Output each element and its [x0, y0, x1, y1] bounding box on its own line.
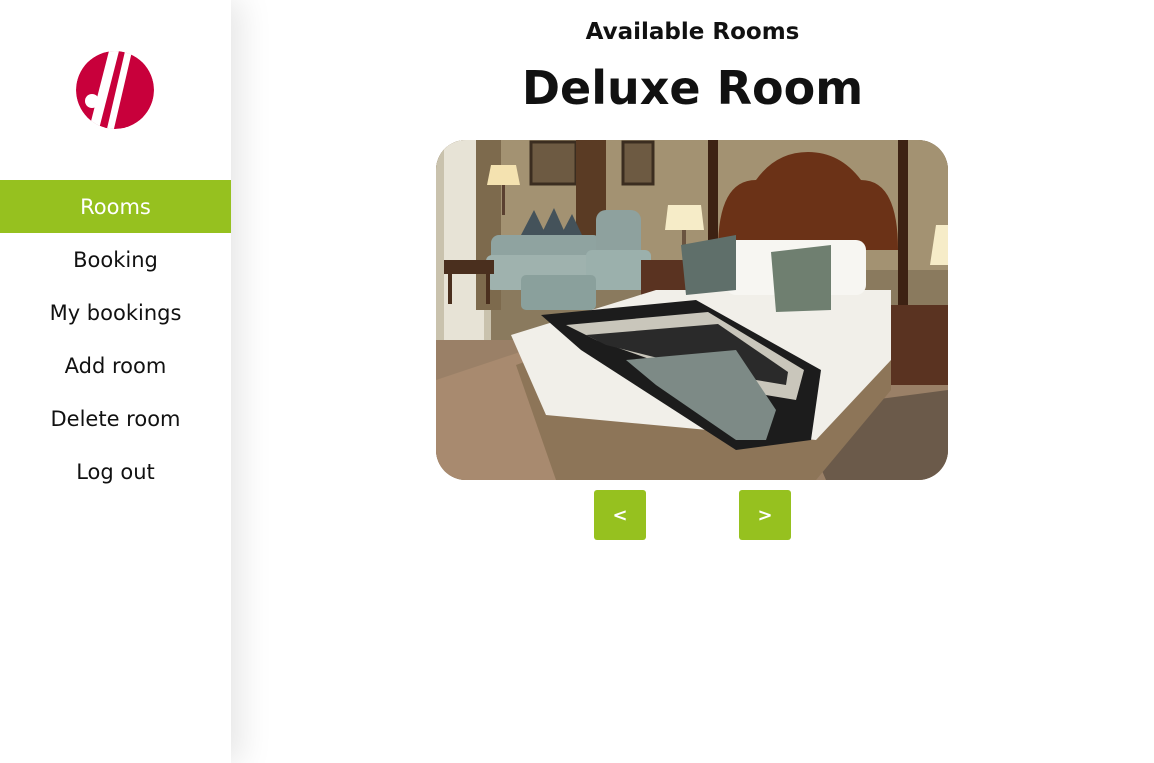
- sidebar-item-add-room[interactable]: Add room: [0, 339, 231, 392]
- sidebar-item-label: My bookings: [49, 300, 182, 325]
- next-room-button[interactable]: >: [739, 490, 791, 540]
- sidebar-item-delete-room[interactable]: Delete room: [0, 392, 231, 445]
- sidebar-item-label: Log out: [76, 459, 155, 484]
- sidebar-item-booking[interactable]: Booking: [0, 233, 231, 286]
- sidebar-item-log-out[interactable]: Log out: [0, 445, 231, 498]
- page-subtitle: Available Rooms: [585, 19, 800, 45]
- sidebar-item-label: Add room: [64, 353, 167, 378]
- logo-icon[interactable]: [76, 51, 154, 129]
- sidebar-nav: Rooms Booking My bookings Add room Delet…: [0, 180, 231, 498]
- room-photo: [436, 140, 948, 480]
- sidebar: Rooms Booking My bookings Add room Delet…: [0, 0, 231, 763]
- app-window: Rooms Booking My bookings Add room Delet…: [0, 0, 1154, 763]
- sidebar-item-rooms[interactable]: Rooms: [0, 180, 231, 233]
- sidebar-item-label: Delete room: [50, 406, 181, 431]
- sidebar-item-my-bookings[interactable]: My bookings: [0, 286, 231, 339]
- sidebar-item-label: Booking: [73, 247, 158, 272]
- main-content: Available Rooms Deluxe Room < >: [231, 0, 1154, 763]
- prev-room-button[interactable]: <: [594, 490, 646, 540]
- sidebar-item-label: Rooms: [80, 194, 151, 219]
- room-photo-illustration: [436, 140, 948, 480]
- room-title: Deluxe Room: [521, 61, 864, 115]
